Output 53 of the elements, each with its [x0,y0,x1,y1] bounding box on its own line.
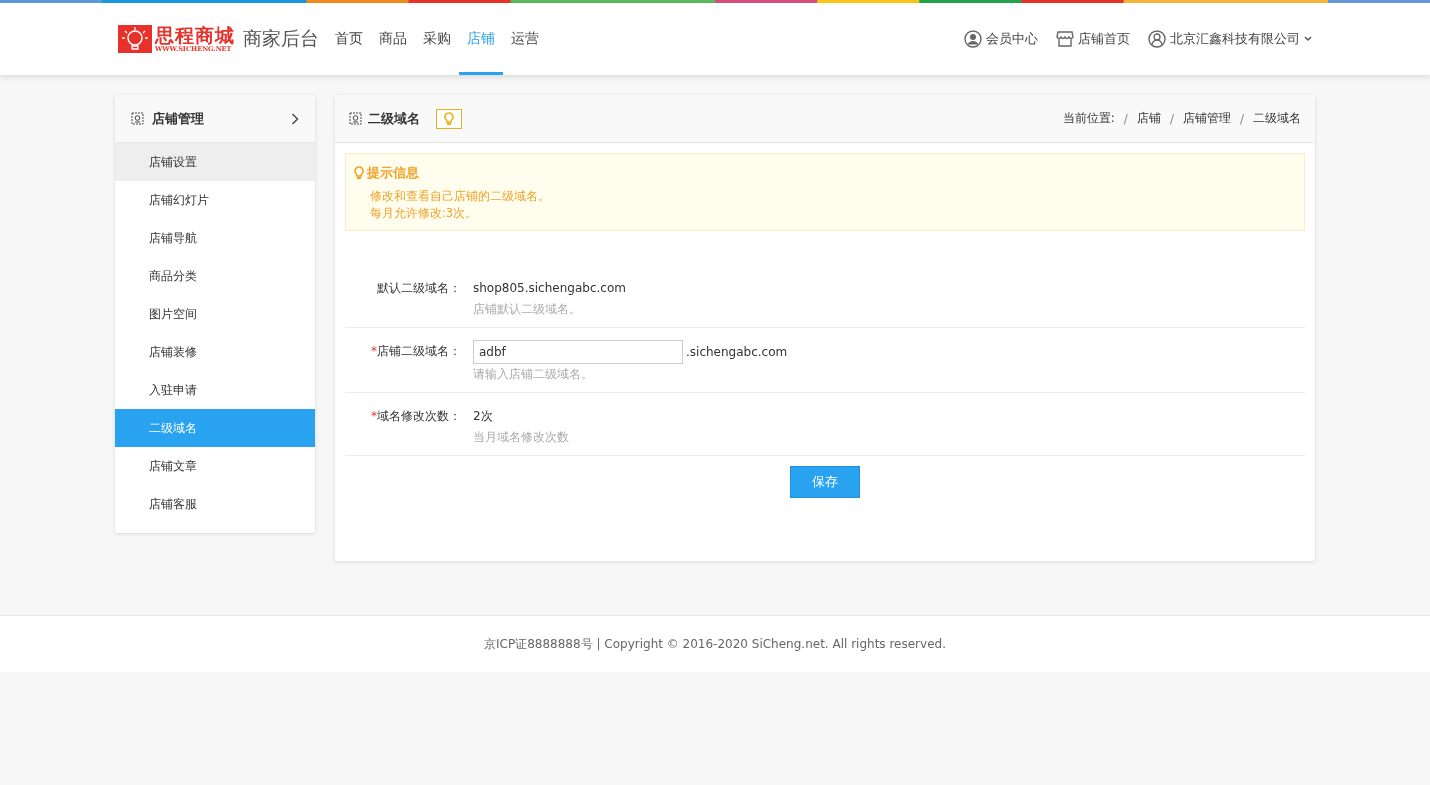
required-mark: * [371,344,377,358]
sidebar-item[interactable]: 入驻申请 [115,371,315,409]
field-hint: 请输入店铺二级域名。 [473,367,594,382]
field-label: 默认二级域名： [377,281,461,295]
logo-title: 思程商城 [155,25,235,45]
panel-title: 二级域名 [368,109,420,128]
sidebar-item[interactable]: 图片空间 [115,295,315,333]
breadcrumb-link[interactable]: 店铺管理 [1182,110,1231,127]
nav-tab[interactable]: 采购 [415,3,459,75]
sidebar-title: 店铺管理 [152,109,205,128]
footer-text: 京ICP证8888888号 | Copyright © 2016-2020 SiCheng.net. All rights reserved. [484,635,946,653]
breadcrumb-link[interactable]: 店铺 [1136,110,1161,127]
header-link[interactable]: 会员中心 [964,30,1038,48]
shop-icon [131,112,144,125]
sidebar-item[interactable]: 店铺装修 [115,333,315,371]
sidebar-item[interactable]: 店铺客服 [115,485,315,523]
user-icon [964,30,982,48]
sidebar-item[interactable]: 店铺幻灯片 [115,181,315,219]
tip-text: 修改和查看自己店铺的二级域名。 [369,188,551,205]
app-title: 商家后台 [243,26,319,51]
breadcrumb-link[interactable]: 二级域名 [1253,110,1301,127]
field-hint: 店铺默认二级域名。 [473,302,582,317]
field-hint: 当月域名修改次数 [473,430,569,445]
header-link[interactable]: 北京汇鑫科技有限公司 [1148,30,1312,48]
sidebar-item[interactable]: 店铺导航 [115,219,315,257]
sidebar-item[interactable]: 店铺文章 [115,447,315,485]
domain-input[interactable]: adbf [473,340,683,364]
breadcrumb-separator: / [1239,111,1244,126]
chevron-down-icon [1304,36,1312,42]
user-icon [1148,30,1166,48]
field-value: shop805.sichengabc.com [473,281,626,295]
chevron-right-icon[interactable] [291,112,299,125]
shop-icon [349,112,362,125]
tip-title: 提示信息 [367,164,419,182]
nav-tab[interactable]: 商品 [371,3,415,75]
breadcrumb-separator: / [1123,111,1128,126]
lightbulb-icon [354,166,364,180]
breadcrumb-separator: / [1169,111,1174,126]
nav-tab[interactable]: 运营 [503,3,547,75]
lightbulb-logo-icon [118,25,152,53]
header-link[interactable]: 店铺首页 [1056,30,1130,48]
field-label: 店铺二级域名： [377,344,461,358]
sidebar-item[interactable]: 店铺设置 [115,143,315,181]
nav-tab[interactable]: 首页 [327,3,371,75]
breadcrumb-label: 当前位置: [1062,110,1115,127]
lightbulb-icon [444,111,454,126]
required-mark: * [371,409,377,423]
field-value: 2次 [473,407,493,425]
sidebar-item[interactable]: 商品分类 [115,257,315,295]
domain-suffix: .sichengabc.com [686,345,788,359]
store-icon [1056,31,1074,47]
field-label: 域名修改次数： [377,409,461,423]
tip-text: 每月允许修改:3次。 [369,205,479,222]
